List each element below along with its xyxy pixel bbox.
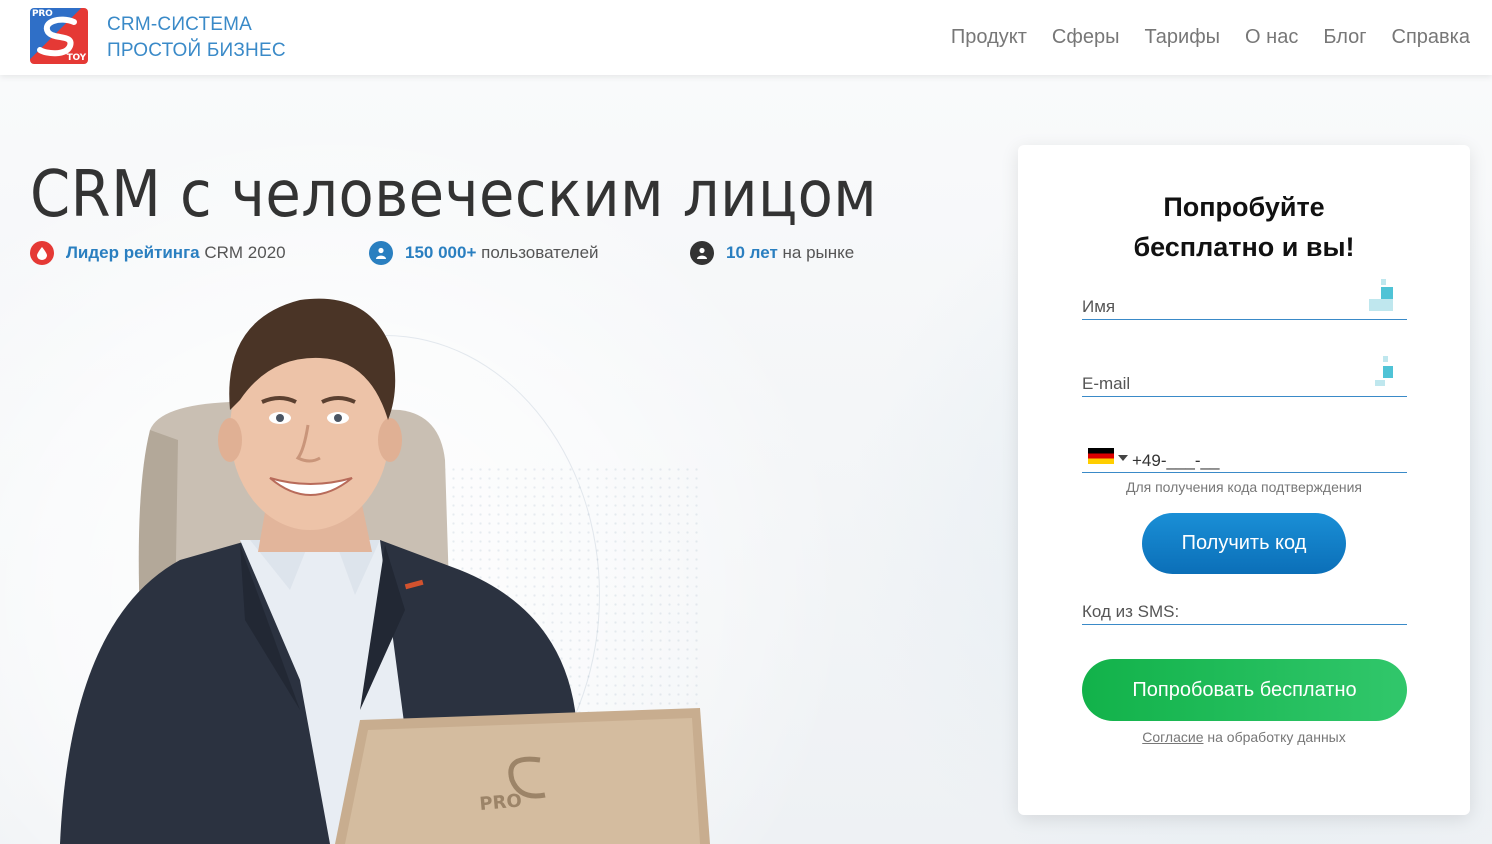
brand-line-1: CRM-СИСТЕМА (107, 14, 253, 35)
name-field[interactable]: Имя (1082, 279, 1407, 320)
stat-years: 10 лет на рынке (690, 241, 854, 265)
site-header: PRO TOY CRM-СИСТЕМА ПРОСТОЙ БИЗНЕС Проду… (0, 0, 1492, 75)
sms-code-label: Код из SMS: (1082, 602, 1180, 621)
stat-rating: Лидер рейтинга CRM 2020 (30, 241, 286, 265)
brand-line-2: ПРОСТОЙ БИЗНЕС (107, 40, 286, 61)
password-manager-icon[interactable] (1373, 356, 1395, 390)
logo-toy-text: TOY (66, 53, 87, 63)
hero-title: CRM с человеческим лицом (30, 158, 878, 232)
try-free-button[interactable]: Попробовать бесплатно (1082, 659, 1407, 721)
logo-pro-text: PRO (32, 9, 53, 19)
stat-users-bold: 150 000+ (405, 243, 477, 262)
main-nav: Продукт Сферы Тарифы О нас Блог Справка (951, 26, 1470, 49)
hero-person-image: PRO (60, 298, 710, 844)
stat-rating-rest: CRM 2020 (204, 243, 286, 262)
form-title-line-2: бесплатно и вы! (1133, 232, 1355, 262)
logo[interactable]: PRO TOY (30, 8, 88, 64)
nav-item-help[interactable]: Справка (1392, 26, 1470, 49)
phone-input[interactable]: +49-___-__ (1132, 451, 1219, 471)
consent-text: на обработку данных (1207, 729, 1346, 745)
consent-note: Согласие на обработку данных (1018, 729, 1470, 745)
stat-rating-bold: Лидер рейтинга (66, 243, 200, 262)
nav-item-spheres[interactable]: Сферы (1052, 26, 1120, 49)
brand-name[interactable]: CRM-СИСТЕМА ПРОСТОЙ БИЗНЕС (107, 12, 286, 64)
sms-code-field[interactable]: Код из SMS: (1082, 595, 1407, 625)
name-label: Имя (1082, 297, 1116, 316)
get-code-button[interactable]: Получить код (1142, 513, 1346, 574)
form-title-line-1: Попробуйте (1163, 192, 1325, 222)
form-title: Попробуйте бесплатно и вы! (1018, 187, 1470, 267)
email-field[interactable]: E-mail (1082, 356, 1407, 397)
user-icon (369, 241, 393, 265)
stat-users: 150 000+ пользователей (369, 241, 599, 265)
nav-item-pricing[interactable]: Тарифы (1144, 26, 1220, 49)
de-flag-icon[interactable] (1088, 448, 1114, 464)
stat-years-bold: 10 лет (726, 243, 778, 262)
chevron-down-icon[interactable] (1118, 455, 1128, 461)
person-icon (690, 241, 714, 265)
nav-item-product[interactable]: Продукт (951, 26, 1027, 49)
phone-hint: Для получения кода подтверждения (1125, 479, 1362, 495)
email-label: E-mail (1082, 374, 1131, 393)
password-manager-icon[interactable] (1369, 279, 1395, 313)
phone-field[interactable]: +49-___-__ (1082, 443, 1407, 473)
drop-icon (30, 241, 54, 265)
signup-form-card: Попробуйте бесплатно и вы! Имя E-mail +4… (1018, 145, 1470, 815)
consent-link[interactable]: Согласие (1142, 729, 1203, 745)
stat-years-rest: на рынке (782, 243, 855, 262)
stat-users-rest: пользователей (481, 243, 599, 262)
svg-text:PRO: PRO (479, 790, 523, 815)
nav-item-blog[interactable]: Блог (1323, 26, 1366, 49)
nav-item-about[interactable]: О нас (1245, 26, 1298, 49)
